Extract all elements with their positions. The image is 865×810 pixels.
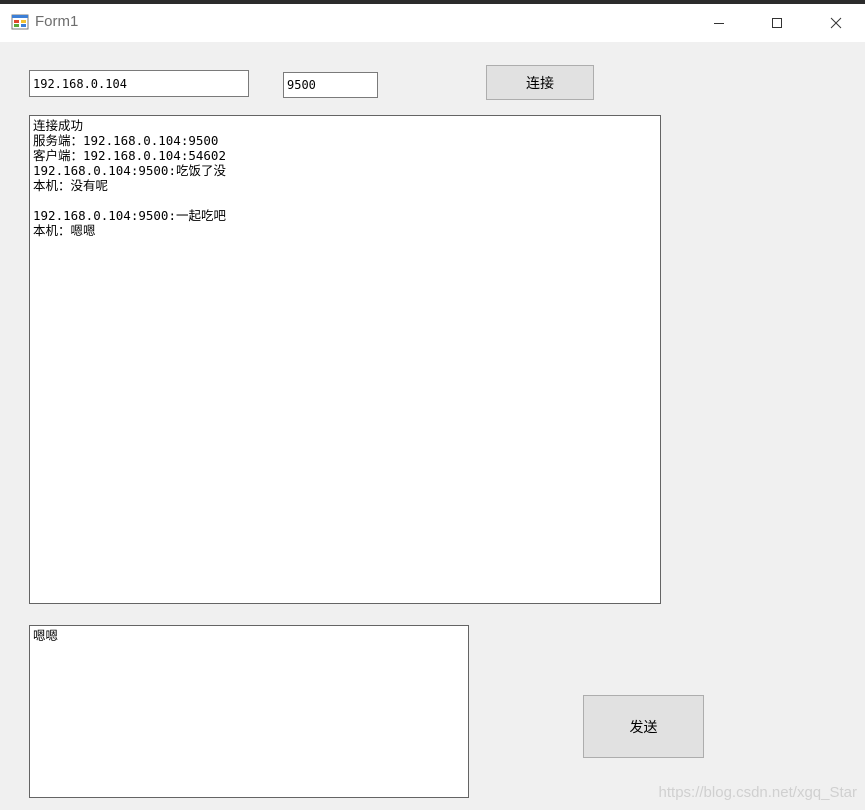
message-text: 嗯嗯 xyxy=(33,628,59,643)
log-line: 本机：没有呢 xyxy=(33,178,109,193)
close-button[interactable] xyxy=(813,4,859,42)
minimize-icon xyxy=(714,23,724,24)
log-line: 服务端：192.168.0.104:9500 xyxy=(33,133,219,148)
minimize-button[interactable] xyxy=(696,4,742,42)
title-bar: Form1 xyxy=(0,4,865,42)
ip-address-input[interactable] xyxy=(29,70,249,97)
log-line: 192.168.0.104:9500:一起吃吧 xyxy=(33,208,226,223)
log-line: 客户端：192.168.0.104:54602 xyxy=(33,148,226,163)
form-app-icon xyxy=(11,13,29,31)
connect-button[interactable]: 连接 xyxy=(486,65,594,100)
window-title: Form1 xyxy=(35,13,79,30)
close-icon xyxy=(830,17,842,29)
watermark: https://blog.csdn.net/xgq_Star xyxy=(658,784,857,801)
maximize-button[interactable] xyxy=(754,4,800,42)
port-input[interactable] xyxy=(283,72,378,98)
message-input[interactable]: 嗯嗯 xyxy=(29,625,469,798)
log-line: 连接成功 xyxy=(33,118,84,133)
log-line: 本机：嗯嗯 xyxy=(33,223,96,238)
chat-log-textbox[interactable]: 连接成功 服务端：192.168.0.104:9500 客户端：192.168.… xyxy=(29,115,661,604)
send-button[interactable]: 发送 xyxy=(583,695,704,758)
maximize-icon xyxy=(772,18,782,28)
log-line: 192.168.0.104:9500:吃饭了没 xyxy=(33,163,226,178)
